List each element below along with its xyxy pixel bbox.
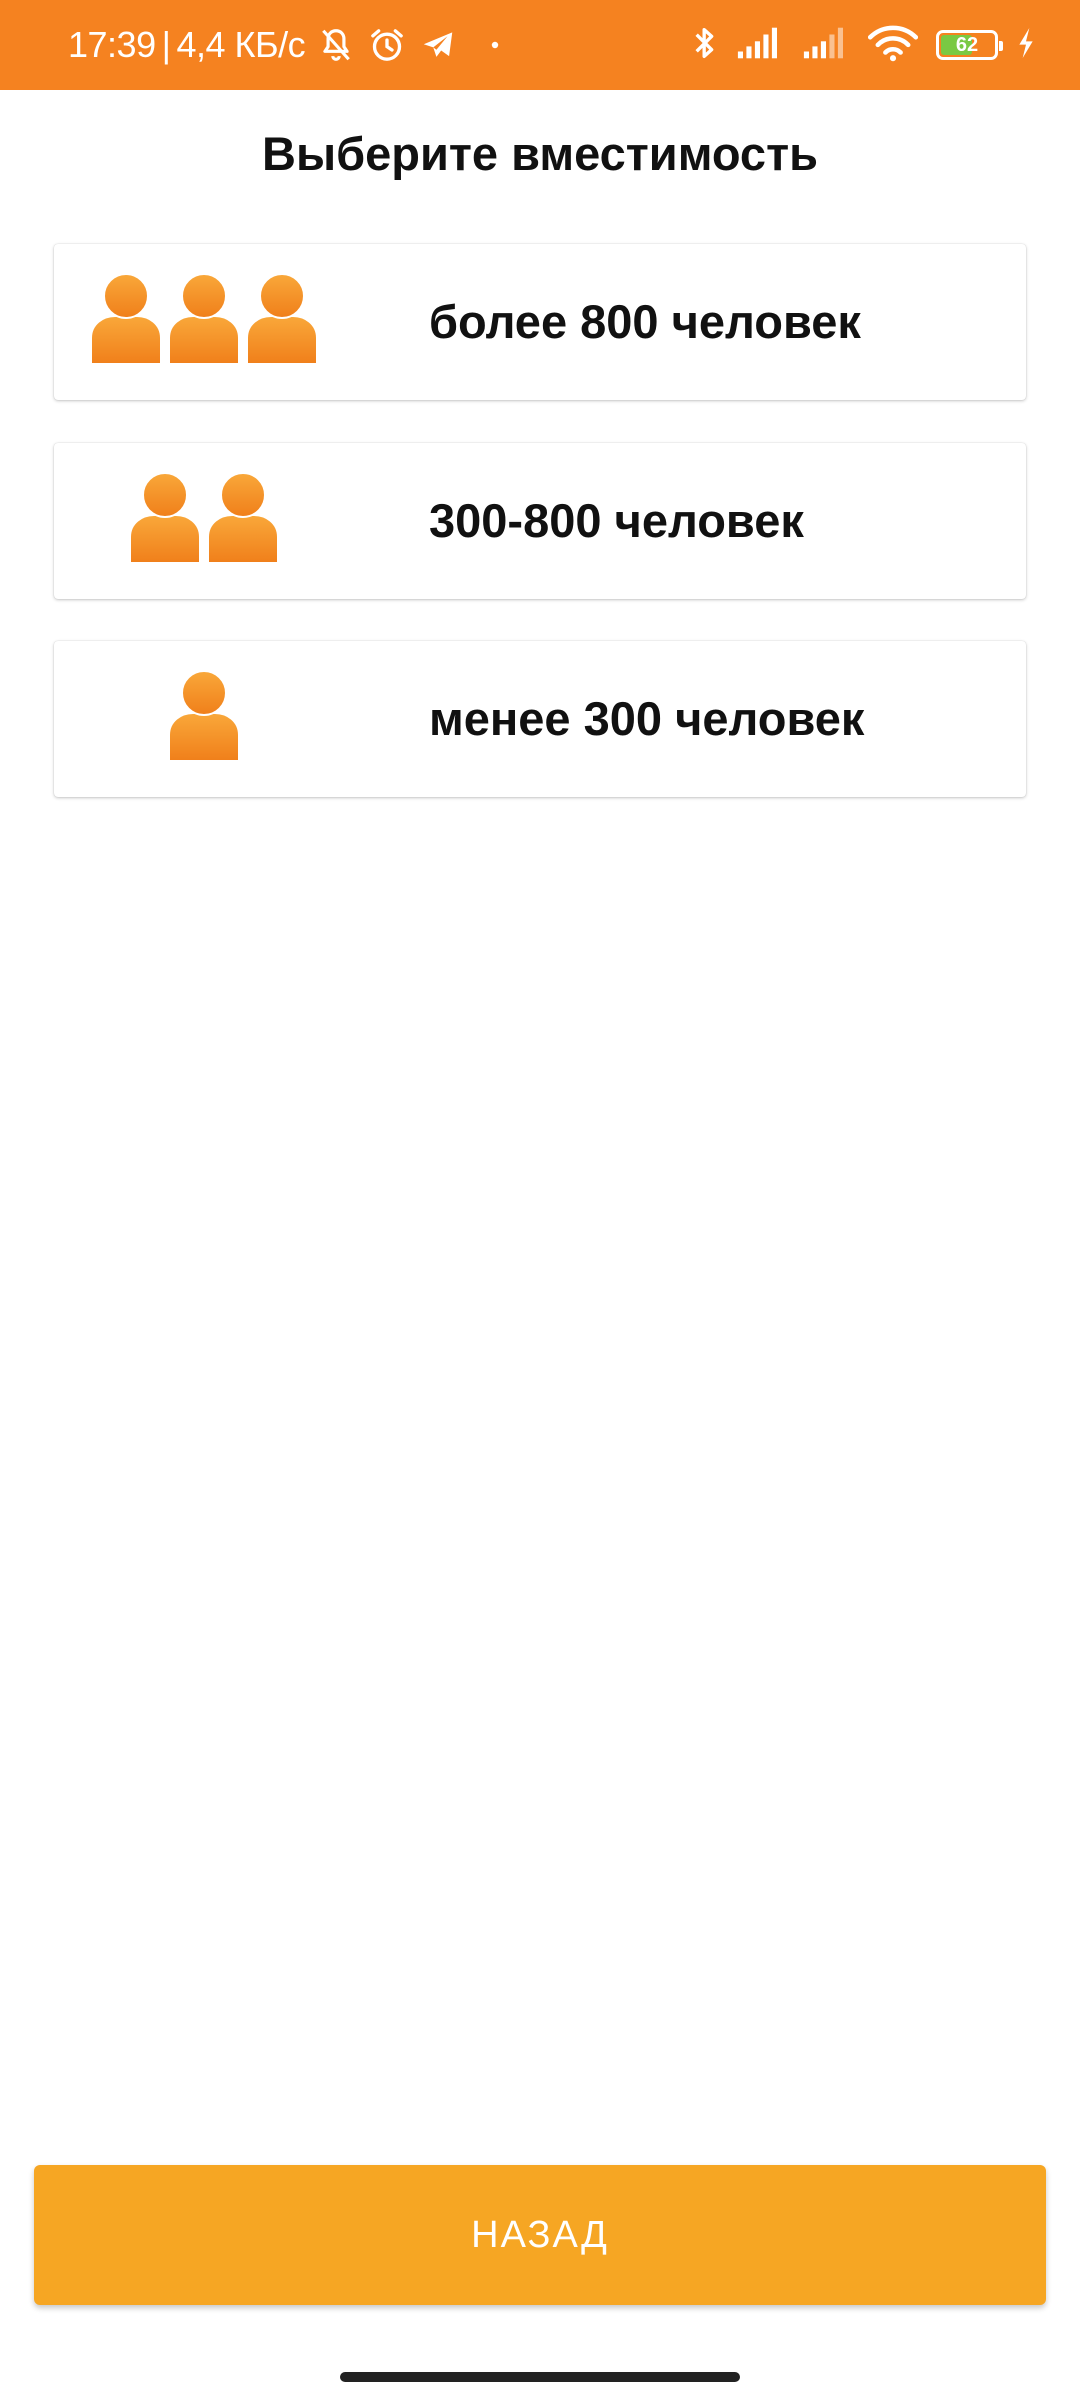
- status-time: 17:39: [68, 24, 156, 65]
- people-icon-group: [54, 443, 354, 599]
- wifi-icon: [867, 24, 919, 67]
- option-more-than-800[interactable]: более 800 человек: [54, 244, 1026, 400]
- option-label: менее 300 человек: [429, 692, 865, 745]
- battery-icon: 62: [936, 30, 1003, 60]
- person-icon: [206, 471, 280, 572]
- person-icon: [167, 669, 241, 770]
- back-button[interactable]: НАЗАД: [34, 2165, 1046, 2305]
- network-speed: 4,4 КБ/с: [176, 24, 306, 65]
- person-icon: [245, 272, 319, 373]
- signal-icon: [736, 26, 784, 65]
- charging-icon: [1016, 26, 1036, 65]
- option-label: более 800 человек: [429, 295, 861, 348]
- person-icon: [128, 471, 202, 572]
- battery-level: 62: [955, 33, 979, 56]
- option-less-than-300[interactable]: менее 300 человек: [54, 641, 1026, 797]
- home-indicator[interactable]: [340, 2372, 740, 2382]
- option-label: 300-800 человек: [429, 494, 804, 547]
- option-300-800[interactable]: 300-800 человек: [54, 443, 1026, 599]
- bell-muted-icon: [317, 26, 355, 64]
- page-title: Выберите вместимость: [262, 127, 818, 180]
- status-bar-right: 62: [692, 0, 1036, 90]
- status-separator: |: [161, 24, 171, 65]
- signal-icon: [802, 26, 850, 65]
- people-icon-group: [54, 641, 354, 797]
- person-icon: [167, 272, 241, 373]
- people-icon-group: [54, 244, 354, 400]
- bluetooth-icon: [692, 23, 718, 68]
- alarm-clock-icon: [367, 25, 407, 65]
- person-icon: [89, 272, 163, 373]
- telegram-icon: [419, 26, 457, 64]
- status-bar: 17:39 | 4,4 КБ/с 62: [0, 0, 1080, 90]
- dot-icon: [491, 41, 499, 49]
- status-bar-left: 17:39 | 4,4 КБ/с: [68, 0, 499, 90]
